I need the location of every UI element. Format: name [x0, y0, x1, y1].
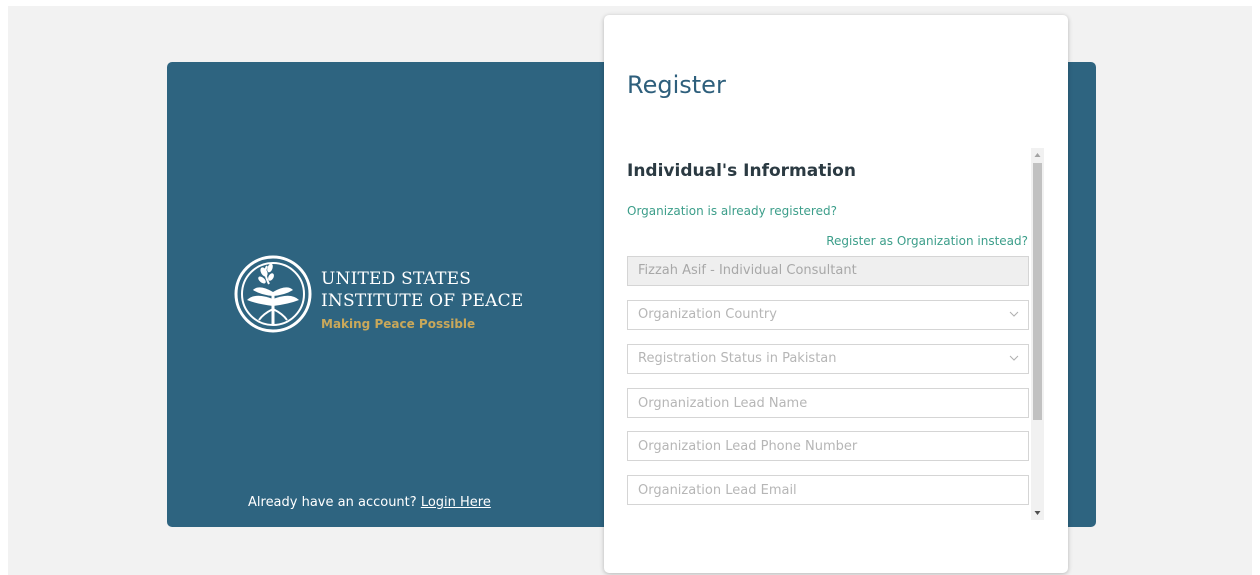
lead-name-input[interactable] [638, 389, 1018, 417]
chevron-down-icon [1009, 355, 1019, 361]
login-prompt-text: Already have an account? [248, 495, 417, 510]
individual-name-value: Fizzah Asif - Individual Consultant [638, 263, 857, 278]
logo-title-line2: INSTITUTE OF PEACE [321, 291, 524, 311]
login-link[interactable]: Login Here [421, 495, 491, 510]
scroll-up-arrow-icon[interactable] [1034, 151, 1041, 159]
usip-logo: UNITED STATES INSTITUTE OF PEACE Making … [233, 254, 523, 334]
logo-tagline: Making Peace Possible [321, 317, 476, 331]
registration-status-placeholder: Registration Status in Pakistan [638, 351, 837, 366]
lead-email-input[interactable] [638, 476, 1018, 504]
organization-country-placeholder: Organization Country [638, 307, 777, 322]
org-registered-link[interactable]: Organization is already registered? [627, 204, 837, 218]
form-scrollbar[interactable] [1031, 148, 1044, 520]
lead-phone-input[interactable] [638, 432, 1018, 460]
logo-title-line1: UNITED STATES [321, 269, 472, 289]
register-card: Register Individual's Information Organi… [604, 15, 1068, 573]
section-title: Individual's Information [627, 161, 856, 181]
page-title: Register [627, 71, 726, 99]
registration-status-select[interactable]: Registration Status in Pakistan [627, 344, 1029, 374]
scroll-down-arrow-icon[interactable] [1034, 509, 1041, 517]
dove-olive-branch-icon [234, 255, 312, 333]
chevron-down-icon [1009, 311, 1019, 317]
register-as-org-link[interactable]: Register as Organization instead? [826, 234, 1028, 248]
scrollbar-thumb[interactable] [1033, 163, 1042, 420]
lead-name-field[interactable] [627, 388, 1029, 418]
individual-name-field: Fizzah Asif - Individual Consultant [627, 256, 1029, 286]
lead-email-field[interactable] [627, 475, 1029, 505]
lead-phone-field[interactable] [627, 431, 1029, 461]
login-prompt: Already have an account? Login Here [248, 495, 491, 510]
organization-country-select[interactable]: Organization Country [627, 300, 1029, 330]
